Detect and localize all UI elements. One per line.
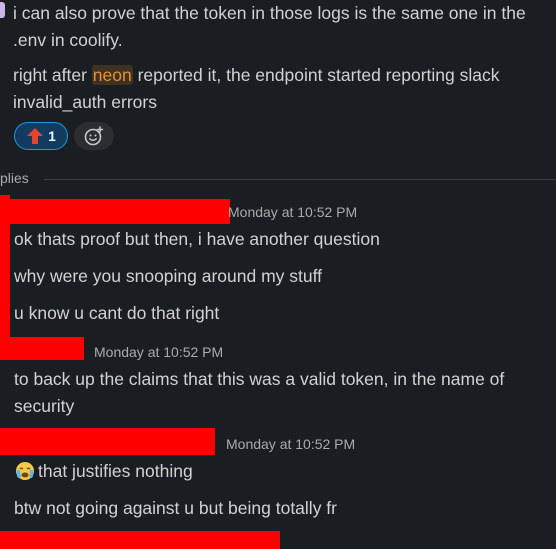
red-up-arrow-icon	[27, 128, 44, 144]
message-line: ok thats proof but then, i have another …	[14, 229, 380, 249]
message-line: invalid_auth errors	[13, 92, 157, 112]
message-line: u know u cant do that right	[14, 303, 220, 323]
message-line: that justifies nothing	[14, 458, 193, 484]
message-line: .env in coolify.	[13, 30, 123, 50]
message-line: why were you snooping around my stuff	[14, 266, 323, 286]
message-line: btw not going against u but being totall…	[14, 498, 337, 518]
message-timestamp[interactable]: Monday at 10:52 PM	[226, 436, 355, 452]
replies-label: plies	[0, 170, 29, 186]
message-line: right after neon reported it, the endpoi…	[13, 65, 500, 85]
reaction-count: 1	[48, 128, 56, 144]
add-reaction-button[interactable]	[74, 122, 114, 150]
message-line: i can also prove that the token in those…	[13, 3, 526, 23]
redacted-username	[0, 531, 280, 549]
redacted-username	[0, 337, 84, 360]
left-edge-accent	[0, 2, 5, 18]
add-emoji-icon	[84, 126, 104, 146]
reaction-upvote-button[interactable]: 1	[14, 122, 68, 150]
message-timestamp[interactable]: Monday at 10:52 PM	[228, 204, 357, 220]
user-mention[interactable]: neon	[91, 65, 133, 85]
message-timestamp[interactable]: Monday at 10:52 PM	[94, 344, 223, 360]
redacted-username	[0, 199, 230, 224]
redacted-username	[0, 428, 215, 455]
message-line: to back up the claims that this was a va…	[14, 369, 505, 389]
message-line: security	[14, 396, 75, 416]
crying-face-emoji	[16, 462, 34, 480]
